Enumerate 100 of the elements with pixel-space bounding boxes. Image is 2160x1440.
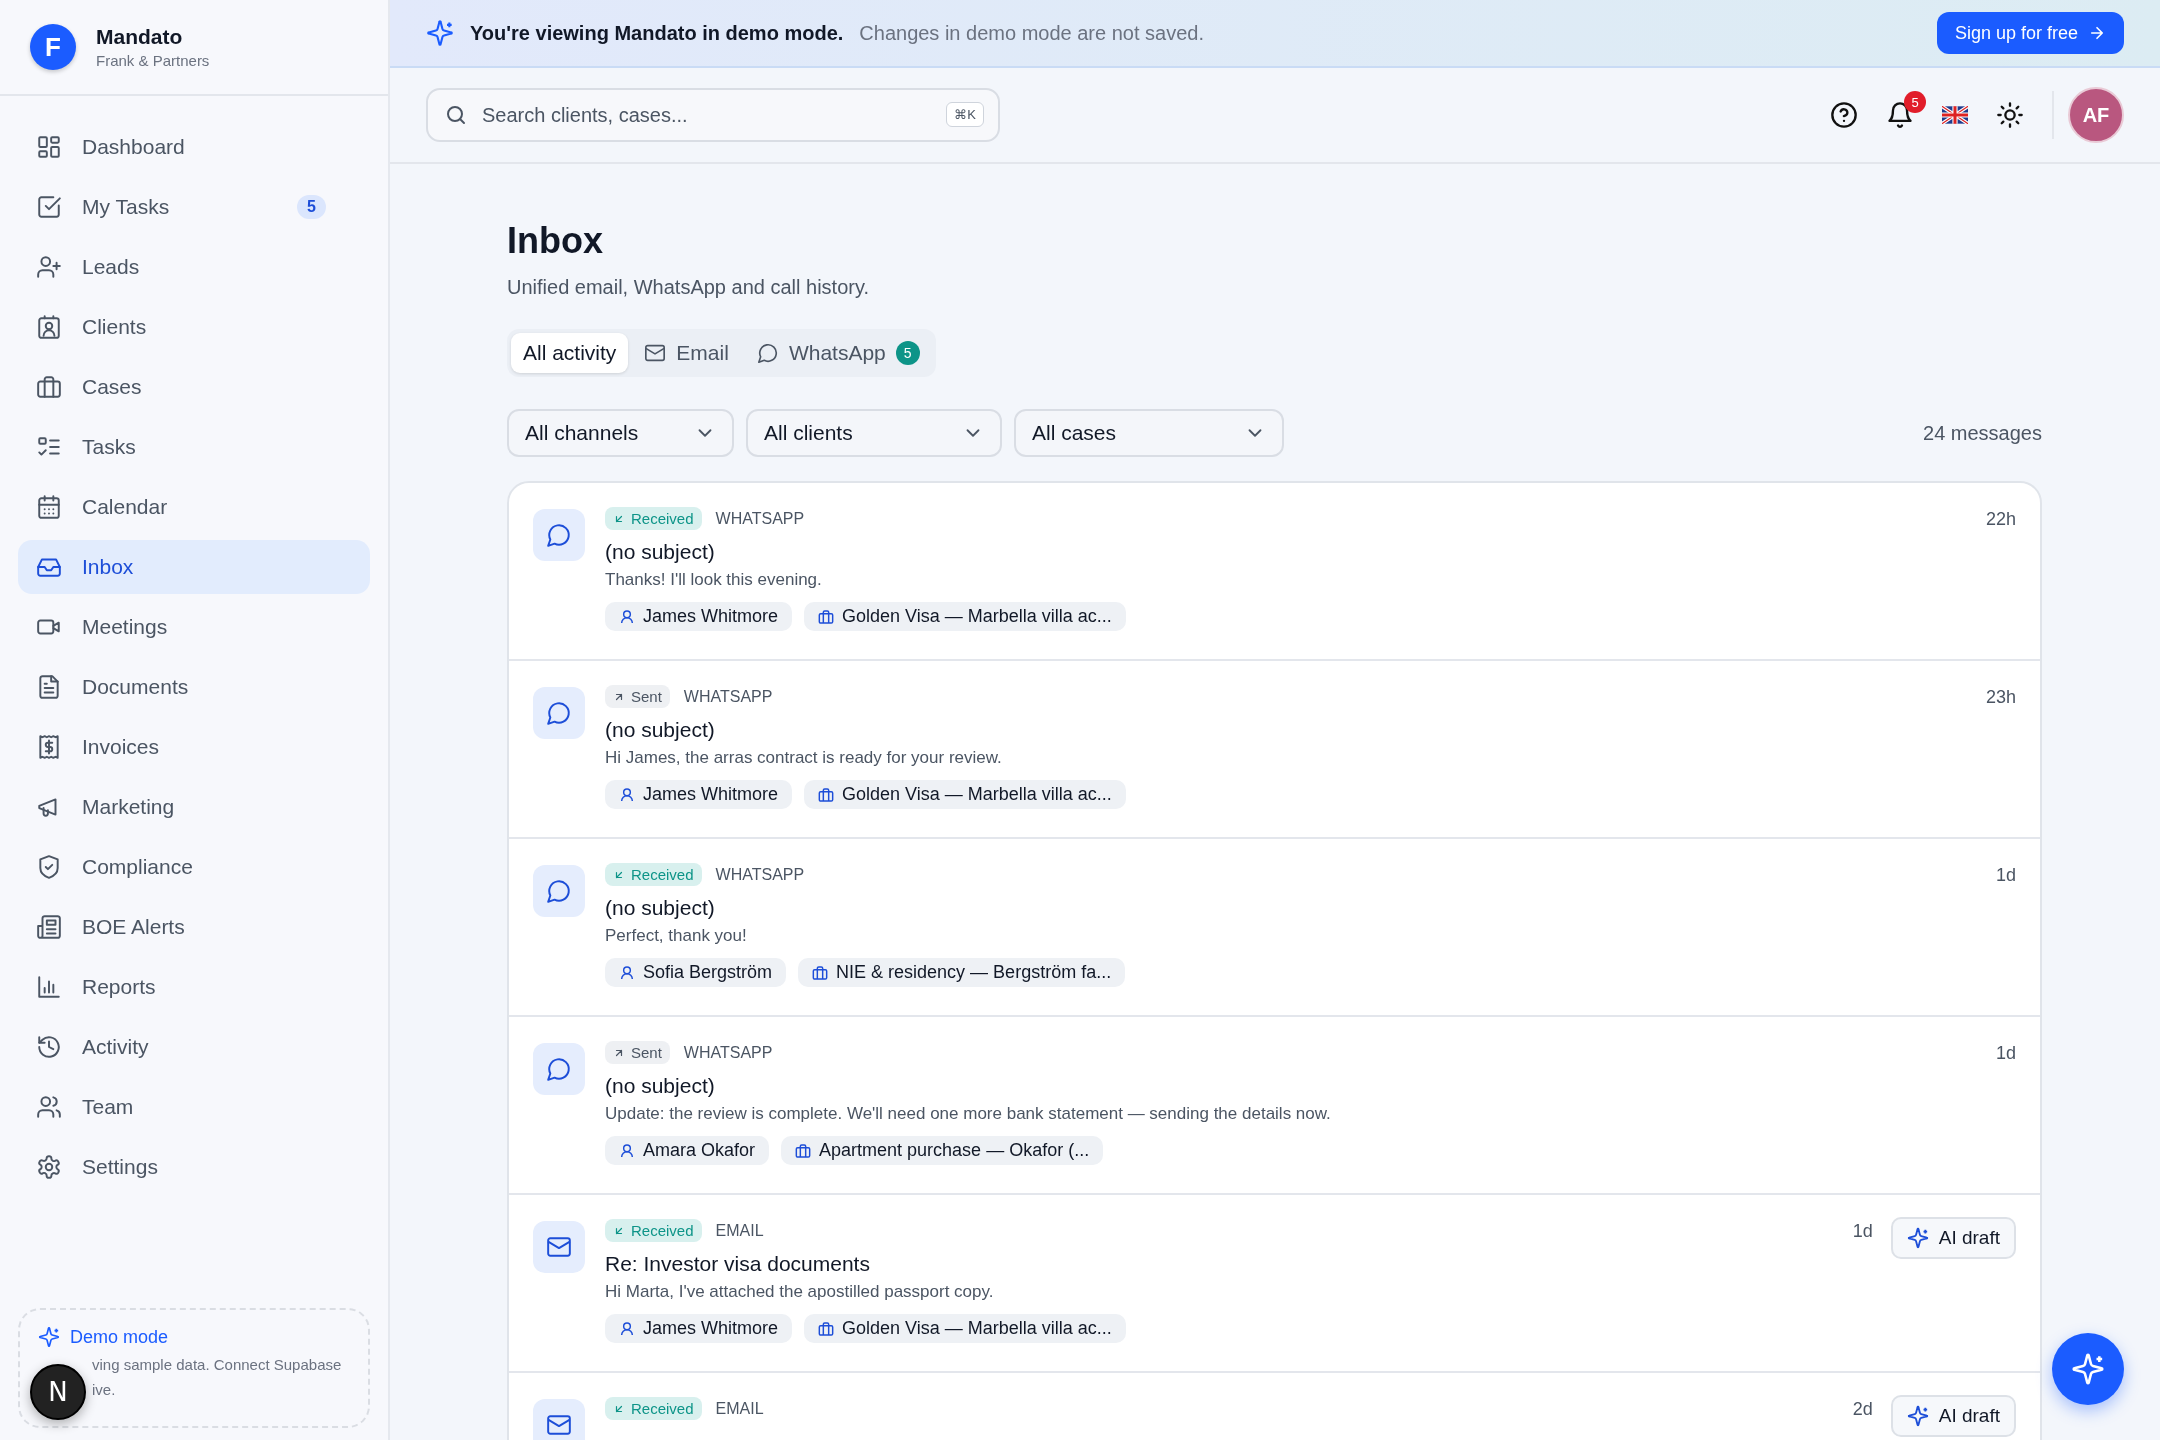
sparkle-icon: [38, 1326, 60, 1348]
help-icon[interactable]: [1830, 101, 1858, 129]
person-icon: [619, 608, 635, 625]
receipt-icon: [36, 734, 62, 760]
shield-check-icon: [36, 854, 62, 880]
client-chip[interactable]: James Whitmore: [605, 1314, 793, 1343]
tab[interactable]: All activity: [511, 333, 629, 373]
sparkle-icon: [1906, 1227, 1929, 1249]
sidebar-item[interactable]: My Tasks 5: [18, 180, 370, 234]
demo-mode-text: ving sample data. Connect Supabase: [92, 1356, 342, 1373]
briefcase-icon: [818, 1320, 835, 1337]
direction-tag: Received: [605, 507, 702, 530]
client-chip[interactable]: Amara Okafor: [605, 1136, 770, 1165]
sidebar-item[interactable]: Leads: [18, 240, 370, 294]
sidebar-item[interactable]: Cases: [18, 360, 370, 414]
sidebar-item[interactable]: Meetings: [18, 600, 370, 654]
sidebar-item[interactable]: Marketing: [18, 780, 370, 834]
filter-dropdown[interactable]: All cases: [1014, 409, 1284, 457]
sidebar-item[interactable]: Dashboard: [18, 120, 370, 174]
message-row[interactable]: Sent WHATSAPP (no subject) Hi James, the arras contract is ready for your review. James Whitmore Golden Visa — Marbella villa ac... 23h: [509, 661, 2040, 839]
checkbox-icon: [36, 194, 62, 220]
message-row[interactable]: Received WHATSAPP (no subject) Perfect, thank you! Sofia Bergström NIE & residency — Bergström fa... 1d: [509, 839, 2040, 1017]
sidebar-item[interactable]: Activity: [18, 1020, 370, 1074]
tab[interactable]: Email: [632, 333, 741, 373]
briefcase-icon: [795, 1142, 812, 1159]
message-row[interactable]: Received EMAIL 2d AI draft: [509, 1373, 2040, 1440]
channel-label: EMAIL: [715, 1399, 764, 1418]
ai-draft-button[interactable]: AI draft: [1890, 1395, 2016, 1437]
demo-mode-title: Demo mode: [70, 1326, 169, 1348]
users-icon: [36, 1094, 62, 1120]
banner-title: You're viewing Mandato in demo mode.: [470, 21, 844, 45]
message-row[interactable]: Received WHATSAPP (no subject) Thanks! I'll look this evening. James Whitmore Golden Visa — Marbella villa ac... 22h: [509, 483, 2040, 661]
message-subject: (no subject): [605, 1074, 716, 1098]
envelope-icon: [533, 1221, 585, 1273]
message-preview: Update: the review is complete. We'll need one more bank statement — sending the details now.: [605, 1104, 1332, 1124]
notification-badge: 5: [1904, 91, 1926, 113]
chat-bubble-icon: [533, 1043, 585, 1095]
bell-icon[interactable]: [1886, 101, 1914, 129]
flag-icon[interactable]: [1942, 106, 1968, 124]
filter-dropdown[interactable]: All clients: [746, 409, 1002, 457]
message-preview: Hi Marta, I've attached the apostilled passport copy.: [605, 1282, 995, 1302]
sidebar-item[interactable]: Settings: [18, 1140, 370, 1194]
case-chip[interactable]: Apartment purchase — Okafor (...: [781, 1136, 1104, 1165]
contact-card-icon: [36, 314, 62, 340]
sun-icon[interactable]: [1996, 101, 2024, 129]
message-time: 2d: [1852, 1399, 1873, 1420]
ai-draft-button[interactable]: AI draft: [1890, 1217, 2016, 1259]
bar-chart-icon: [36, 974, 62, 1000]
envelope-icon: [644, 342, 667, 364]
direction-tag: Received: [605, 1219, 702, 1242]
case-chip[interactable]: Golden Visa — Marbella villa ac...: [804, 780, 1126, 809]
shortcut-hint: ⌘K: [946, 102, 984, 127]
sparkle-icon: [1906, 1405, 1929, 1427]
count-badge: 5: [297, 195, 326, 219]
person-icon: [619, 964, 635, 981]
sidebar-item[interactable]: Documents: [18, 660, 370, 714]
client-chip[interactable]: James Whitmore: [605, 780, 793, 809]
sparkle-icon: [426, 19, 454, 47]
case-chip[interactable]: Golden Visa — Marbella villa ac...: [804, 1314, 1126, 1343]
direction-tag: Received: [605, 863, 702, 886]
person-icon: [619, 786, 635, 803]
tab[interactable]: WhatsApp 5: [744, 333, 932, 373]
person-icon: [619, 1320, 635, 1337]
client-chip[interactable]: James Whitmore: [605, 602, 793, 631]
dashboard-icon: [36, 134, 62, 160]
channel-label: WHATSAPP: [683, 1043, 773, 1062]
sidebar-item[interactable]: Reports: [18, 960, 370, 1014]
sidebar-item[interactable]: Tasks: [18, 420, 370, 474]
direction-tag: Sent: [605, 1041, 670, 1064]
dev-tools-button[interactable]: N: [30, 1364, 86, 1420]
client-chip[interactable]: Sofia Bergström: [605, 958, 787, 987]
sidebar-item[interactable]: Team: [18, 1080, 370, 1134]
message-row[interactable]: Sent WHATSAPP (no subject) Update: the review is complete. We'll need one more bank statement — sending the details now. Amara Okafor Apartment purchase — Okafor (... 1d: [509, 1017, 2040, 1195]
user-avatar[interactable]: AF: [2068, 87, 2124, 143]
sidebar-item[interactable]: Calendar: [18, 480, 370, 534]
direction-tag: Received: [605, 1397, 702, 1420]
envelope-icon: [533, 1399, 585, 1440]
message-time: 1d: [1995, 1043, 2016, 1064]
case-chip[interactable]: NIE & residency — Bergström fa...: [798, 958, 1126, 987]
sidebar-item[interactable]: Clients: [18, 300, 370, 354]
newspaper-icon: [36, 914, 62, 940]
sparkle-icon: [2071, 1352, 2105, 1386]
sidebar-item[interactable]: BOE Alerts: [18, 900, 370, 954]
sidebar-item[interactable]: Invoices: [18, 720, 370, 774]
channel-label: EMAIL: [715, 1221, 764, 1240]
ai-assistant-button[interactable]: [2052, 1333, 2124, 1405]
message-time: 1d: [1852, 1221, 1873, 1242]
sign-up-button[interactable]: Sign up for free: [1936, 12, 2124, 54]
message-row[interactable]: Received EMAIL Re: Investor visa documents Hi Marta, I've attached the apostilled passport copy. James Whitmore Golden Visa — Marbella villa ac... 1d AI draft: [509, 1195, 2040, 1373]
sidebar-item[interactable]: Compliance: [18, 840, 370, 894]
briefcase-icon: [812, 964, 829, 981]
history-icon: [36, 1034, 62, 1060]
sidebar-item[interactable]: Inbox: [18, 540, 370, 594]
direction-tag: Sent: [605, 685, 670, 708]
banner-note: Changes in demo mode are not saved.: [859, 21, 1205, 45]
filter-dropdown[interactable]: All channels: [507, 409, 734, 457]
brand-logo: F: [30, 24, 76, 70]
message-preview: Perfect, thank you!: [605, 926, 748, 946]
case-chip[interactable]: Golden Visa — Marbella villa ac...: [804, 602, 1126, 631]
briefcase-icon: [818, 786, 835, 803]
